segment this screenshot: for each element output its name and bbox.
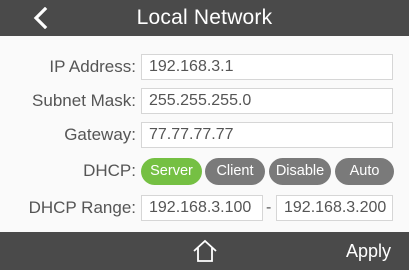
apply-button[interactable]: Apply [346,232,391,270]
dhcp-range-label: DHCP Range: [28,198,136,217]
subnet-mask-field[interactable]: 255.255.255.0 [141,88,393,114]
subnet-mask-label: Subnet Mask: [32,91,136,110]
dhcp-range-row: DHCP Range: 192.168.3.100 - 192.168.3.20… [0,191,409,225]
footer-bar: Apply [0,232,409,270]
home-icon [193,239,217,262]
ip-address-label: IP Address: [49,57,136,76]
dhcp-row: DHCP: Server Client Disable Auto [0,154,409,188]
dhcp-option-client[interactable]: Client [205,158,265,185]
ip-address-row: IP Address: 192.168.3.1 [0,50,409,84]
local-network-screen: Local Network IP Address: 192.168.3.1 Su… [0,0,409,270]
range-separator: - [266,199,272,216]
home-button[interactable] [191,238,219,264]
ip-address-field[interactable]: 192.168.3.1 [141,54,393,80]
header-bar: Local Network [0,0,409,36]
gateway-label: Gateway: [64,125,136,144]
dhcp-range-end-field[interactable]: 192.168.3.200 [276,195,393,221]
gateway-row: Gateway: 77.77.77.77 [0,118,409,152]
dhcp-option-server[interactable]: Server [141,158,202,185]
dhcp-option-disable[interactable]: Disable [269,158,331,185]
page-title: Local Network [136,6,273,29]
dhcp-range-start-field[interactable]: 192.168.3.100 [141,195,263,221]
dhcp-label: DHCP: [83,161,136,180]
gateway-field[interactable]: 77.77.77.77 [141,122,393,148]
dhcp-option-auto[interactable]: Auto [335,158,394,185]
subnet-mask-row: Subnet Mask: 255.255.255.0 [0,84,409,118]
